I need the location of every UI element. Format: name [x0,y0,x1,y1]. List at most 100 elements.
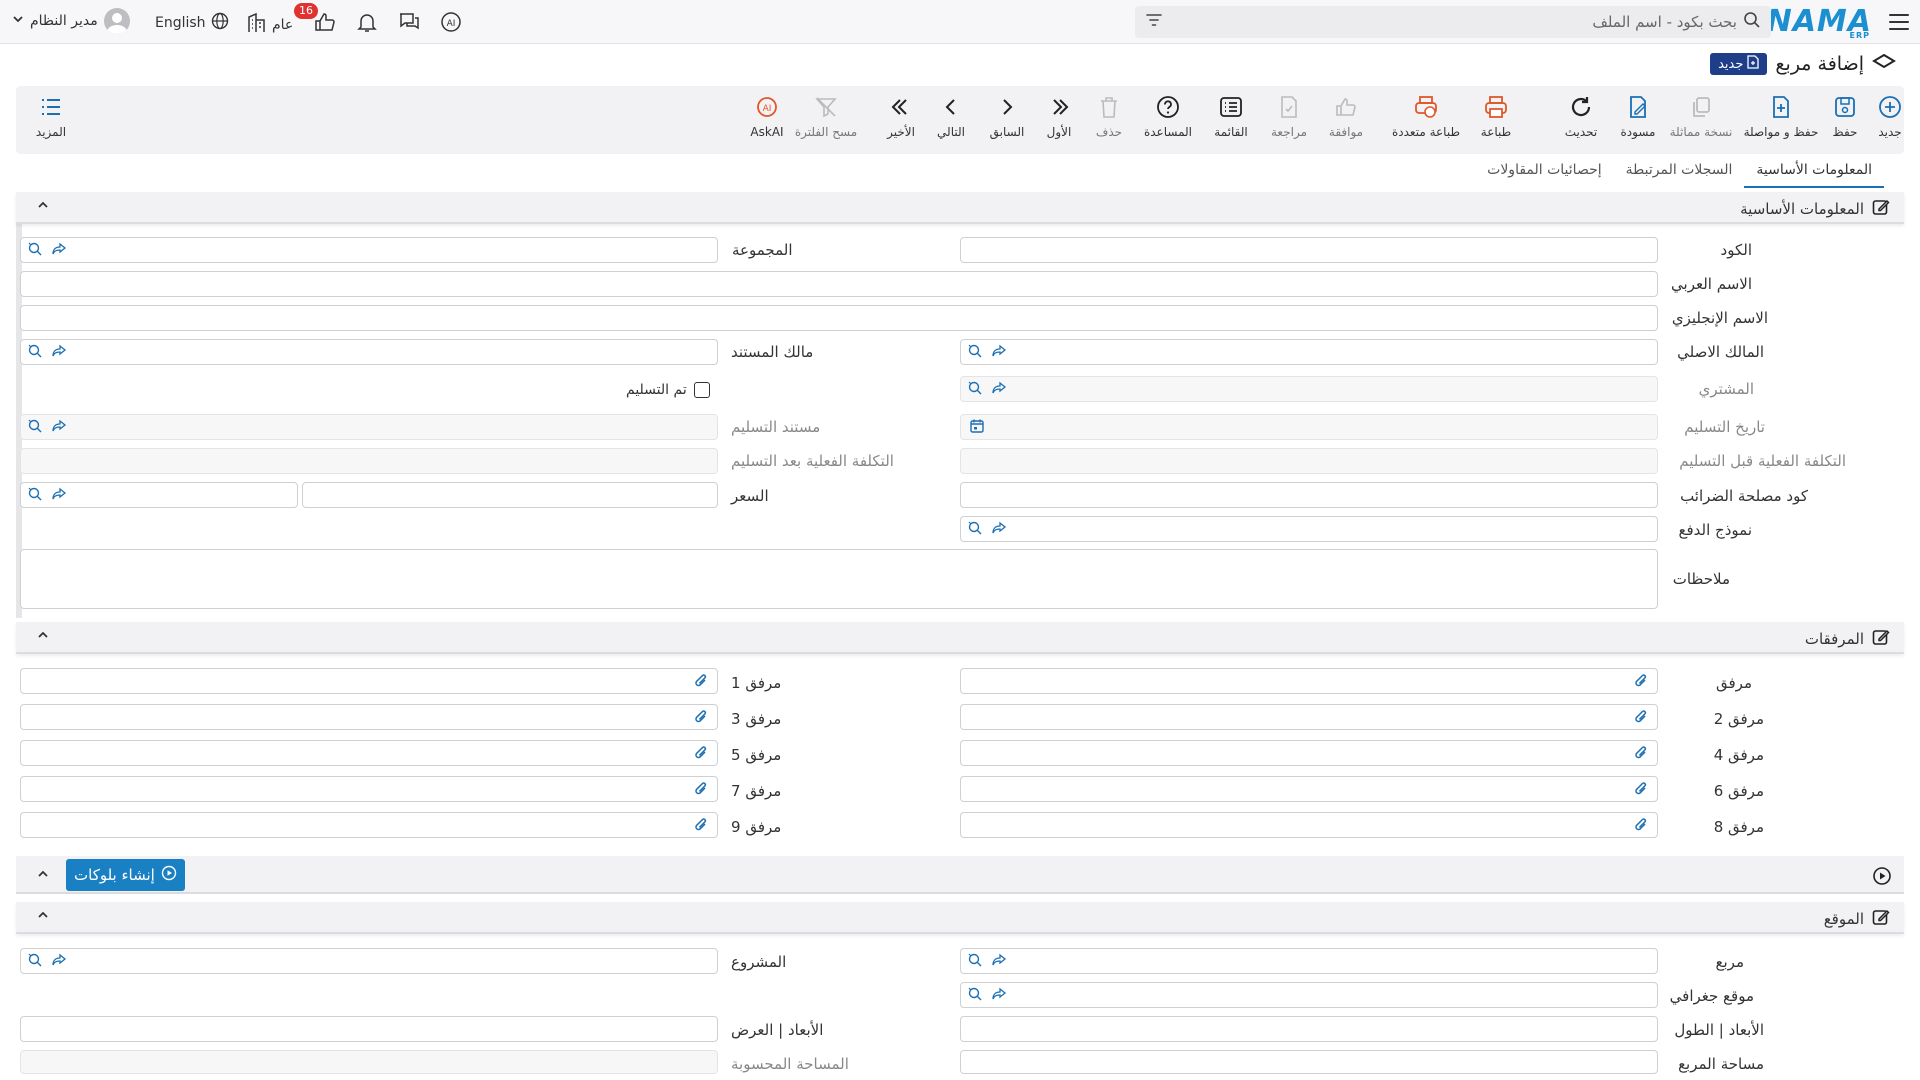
user-menu[interactable]: مدير النظام [12,8,130,34]
share-icon[interactable] [51,486,67,506]
general-menu[interactable]: عام [246,12,293,38]
payment-model-field[interactable] [960,516,1658,542]
multi-print-button[interactable]: طباعة متعددة [1386,94,1466,139]
attachment-field[interactable] [960,704,1658,730]
cost-before-field[interactable] [960,448,1658,474]
list-button[interactable]: القائمة [1196,94,1266,139]
search-lookup-icon[interactable] [967,952,983,972]
last-button[interactable]: الأخير [866,94,936,139]
save-continue-button[interactable]: حفظ و مواصلة [1738,94,1824,139]
tab-contracting-stats[interactable]: إحصائيات المقاولات [1475,160,1614,188]
search-input[interactable]: بحث بكود - اسم الملف [1135,6,1771,38]
attachment-field[interactable] [20,668,718,694]
duplicate-button[interactable]: نسخة مماثلة [1661,94,1741,139]
ai-assistant-icon[interactable]: AI [439,10,463,34]
new-label: جديد [1878,125,1902,139]
currency-field[interactable] [20,482,298,508]
chat-icon[interactable] [397,10,421,34]
dim-width-field[interactable] [20,1016,718,1042]
chevron-up-icon[interactable] [36,867,50,885]
attachment-field[interactable] [20,776,718,802]
filter-icon[interactable] [1145,11,1163,33]
arabic-name-field[interactable] [20,271,1658,297]
share-icon[interactable] [991,343,1007,363]
tab-basic-info[interactable]: المعلومات الأساسية [1744,160,1884,188]
search-lookup-icon[interactable] [27,343,43,363]
paperclip-icon[interactable] [693,708,709,730]
share-icon[interactable] [51,952,67,972]
search-lookup-icon[interactable] [27,241,43,261]
chevron-up-icon[interactable] [36,908,50,926]
create-blocks-button[interactable]: إنشاء بلوكات [66,859,185,891]
menu-icon[interactable] [1888,11,1910,33]
attachment-field[interactable] [960,776,1658,802]
paperclip-icon[interactable] [1633,780,1649,802]
paperclip-icon[interactable] [693,744,709,766]
attachment-field[interactable] [960,740,1658,766]
english-name-field[interactable] [20,305,1658,331]
delivery-document-field[interactable] [20,414,718,440]
play-circle-icon[interactable] [1872,866,1892,890]
search-lookup-icon[interactable] [27,952,43,972]
more-button[interactable]: المزيد [16,94,86,139]
search-lookup-icon[interactable] [967,343,983,363]
refresh-button[interactable]: تحديث [1546,94,1616,139]
attachment-field[interactable] [20,812,718,838]
project-label: المشروع [731,953,787,971]
block-field[interactable] [960,948,1658,974]
share-icon[interactable] [991,986,1007,1006]
share-icon[interactable] [51,343,67,363]
paperclip-icon[interactable] [1633,816,1649,838]
chevron-up-icon[interactable] [36,198,50,216]
paperclip-icon[interactable] [1633,708,1649,730]
search-lookup-icon[interactable] [967,520,983,540]
delivered-checkbox[interactable] [694,382,710,398]
search-lookup-icon[interactable] [967,380,983,400]
notes-textarea[interactable] [20,549,1658,609]
paperclip-icon[interactable] [693,672,709,694]
share-icon[interactable] [991,380,1007,400]
print-button[interactable]: طباعة [1461,94,1531,139]
calc-area-field[interactable] [20,1050,718,1074]
price-field[interactable] [302,482,718,508]
askai-button[interactable]: AI AskAI [732,94,802,139]
document-owner-field[interactable] [20,339,718,365]
paperclip-icon[interactable] [693,816,709,838]
language-switch[interactable]: English [155,12,229,34]
attachment-field[interactable] [20,740,718,766]
delivery-date-field[interactable] [960,414,1658,440]
bell-icon[interactable] [355,10,379,34]
section-header-location[interactable]: الموقع [16,902,1904,934]
group-field[interactable] [20,237,718,263]
geo-location-field[interactable] [960,982,1658,1008]
block-area-field[interactable] [960,1050,1658,1074]
section-header-basic[interactable]: المعلومات الأساسية [16,192,1904,224]
logo[interactable]: NAMA ERP [1767,4,1872,41]
tab-related-records[interactable]: السجلات المرتبطة [1614,160,1745,188]
calendar-icon[interactable] [969,418,985,438]
paperclip-icon[interactable] [693,780,709,802]
attachment-field[interactable] [960,668,1658,694]
search-lookup-icon[interactable] [27,418,43,438]
attachment-field[interactable] [20,704,718,730]
share-icon[interactable] [51,418,67,438]
dim-length-field[interactable] [960,1016,1658,1042]
section-header-attachments[interactable]: المرفقات [16,622,1904,654]
code-field[interactable] [960,237,1658,263]
search-icon[interactable] [1743,11,1761,33]
project-field[interactable] [20,948,718,974]
tax-code-field[interactable] [960,482,1658,508]
paperclip-icon[interactable] [1633,744,1649,766]
paperclip-icon[interactable] [1633,672,1649,694]
chevron-up-icon[interactable] [36,628,50,646]
attachment-field[interactable] [960,812,1658,838]
share-icon[interactable] [51,241,67,261]
search-lookup-icon[interactable] [27,486,43,506]
original-owner-field[interactable] [960,339,1658,365]
buyer-field[interactable] [960,376,1658,402]
share-icon[interactable] [991,952,1007,972]
search-lookup-icon[interactable] [967,986,983,1006]
share-icon[interactable] [991,520,1007,540]
attachment-label: مرفق 4 [1713,746,1764,764]
cost-after-field[interactable] [20,448,718,474]
